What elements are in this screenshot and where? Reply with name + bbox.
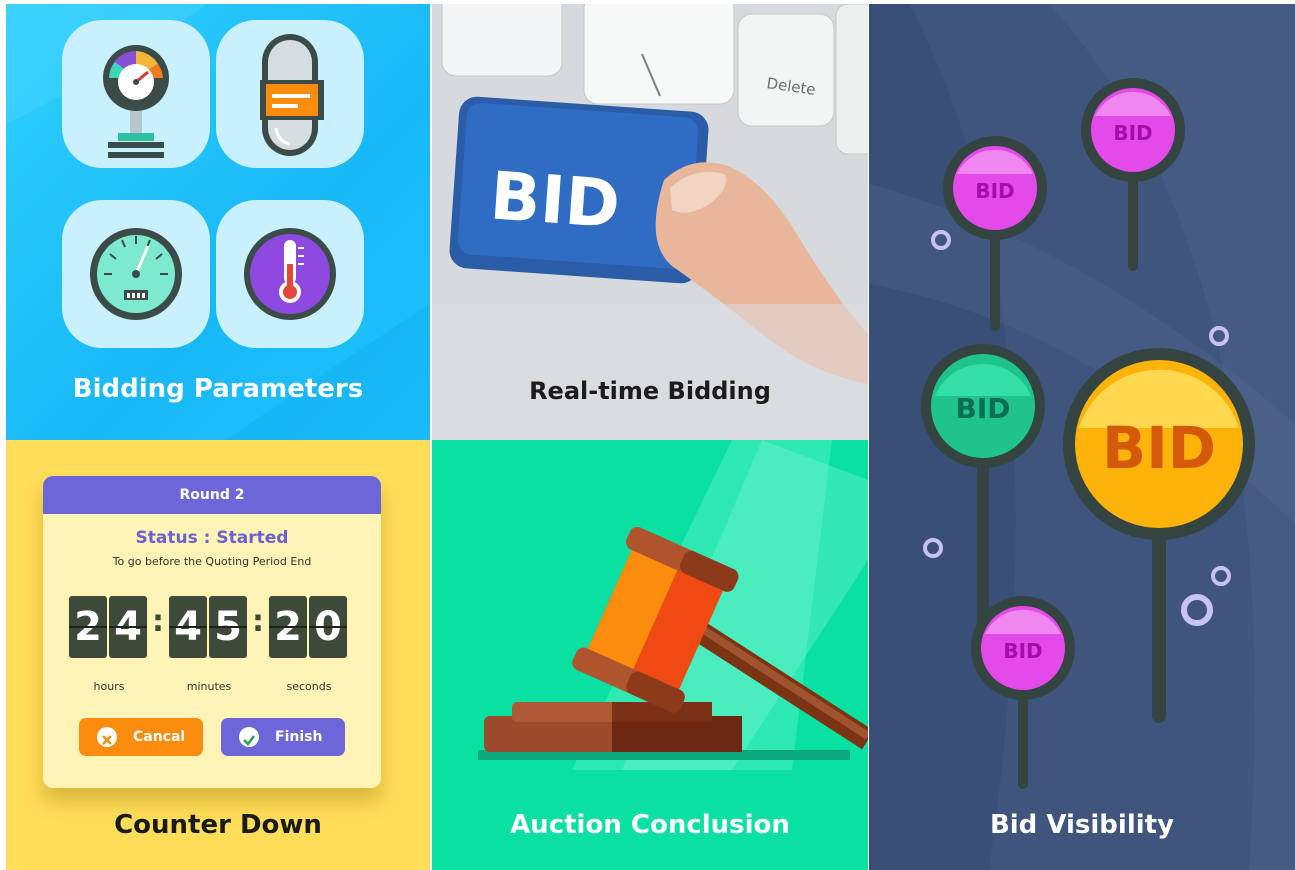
seconds-group: 2 0 — [269, 596, 349, 658]
tile-title-real-time-bidding: Real-time Bidding — [529, 377, 771, 405]
bid-pin-icon: BID — [1063, 348, 1255, 723]
tile-title-bid-visibility: Bid Visibility — [989, 810, 1175, 840]
speedometer-tile — [62, 200, 210, 348]
seconds-unit-label: seconds — [286, 680, 332, 693]
minutes-unit-label: minutes — [186, 680, 232, 693]
capsule-icon — [260, 34, 324, 156]
hours-digit-1: 2 — [69, 596, 107, 658]
finish-button-label: Finish — [275, 729, 323, 745]
check-icon — [239, 727, 259, 747]
separator-colon: : — [252, 604, 264, 639]
cancel-button-label: Cancal — [133, 729, 186, 745]
capsule-tile — [216, 20, 364, 168]
hours-unit-label: hours — [93, 680, 125, 693]
cancel-button[interactable]: Cancal — [79, 718, 203, 756]
gavel-icon — [478, 440, 868, 770]
thermometer-tile — [216, 200, 364, 348]
tile-auction-conclusion[interactable]: Auction Conclusion — [432, 440, 868, 870]
tile-real-time-bidding[interactable]: Delete BID Real-time Bidding — [432, 4, 868, 440]
minutes-group: 4 5 — [169, 596, 249, 658]
feature-grid: Bidding Parameters Delete BID Real-time … — [0, 0, 1295, 870]
countdown-digits: 2 4 : 4 5 : 2 0 — [69, 596, 359, 658]
tile-counter-down[interactable]: Round 2 Status : Started To go before th… — [6, 440, 430, 870]
thermometer-icon — [244, 228, 336, 320]
seconds-digit-1: 2 — [269, 596, 307, 658]
pressure-gauge-icon — [103, 45, 169, 158]
round-header: Round 2 — [43, 476, 381, 514]
hours-digit-2: 4 — [109, 596, 147, 658]
status-label: Status : Started — [135, 528, 289, 548]
bid-pin-label: BID — [975, 179, 1014, 203]
bid-pins-illustration: BID BID BID BID BID — [869, 4, 1295, 870]
finish-button[interactable]: Finish — [221, 718, 345, 756]
tile-title-bidding-parameters: Bidding Parameters — [72, 374, 364, 404]
bid-pin-label: BID — [1003, 639, 1042, 663]
bid-pin-label: BID — [955, 392, 1010, 425]
separator-colon: : — [152, 604, 164, 639]
bid-pin-label: BID — [1113, 121, 1152, 145]
close-icon — [97, 727, 117, 747]
minutes-digit-2: 5 — [209, 596, 247, 658]
pressure-gauge-tile — [62, 20, 210, 168]
countdown-card: Round 2 Status : Started To go before th… — [43, 476, 381, 788]
seconds-digit-2: 0 — [309, 596, 347, 658]
tile-bidding-parameters[interactable]: Bidding Parameters — [6, 4, 430, 440]
countdown-subtitle: To go before the Quoting Period End — [112, 555, 312, 568]
bid-key-label: BID — [488, 157, 623, 243]
hours-group: 2 4 — [69, 596, 149, 658]
speedometer-icon — [90, 228, 182, 320]
tile-bid-visibility[interactable]: BID BID BID BID BID Bid Visibility — [869, 4, 1295, 870]
keyboard-bid-illustration: Delete BID — [432, 4, 868, 440]
bid-pin-label: BID — [1102, 414, 1216, 482]
tile-title-counter-down: Counter Down — [114, 810, 322, 840]
tile-title-auction-conclusion: Auction Conclusion — [510, 810, 790, 840]
minutes-digit-1: 4 — [169, 596, 207, 658]
